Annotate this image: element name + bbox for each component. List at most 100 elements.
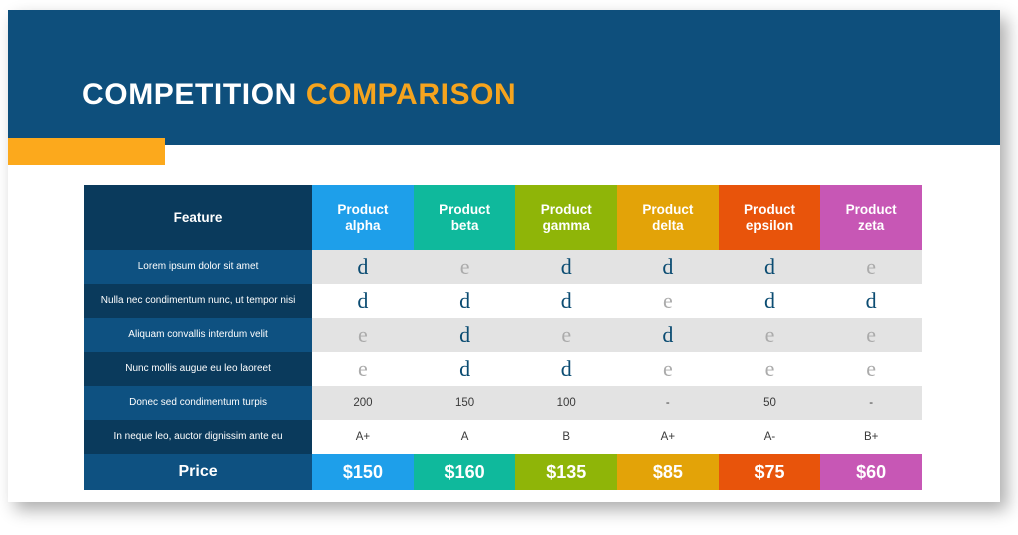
- orange-accent-bar: [8, 138, 165, 165]
- column-header-line1: Product: [337, 201, 389, 217]
- check-icon: d: [662, 254, 674, 279]
- column-header-product-zeta: Product zeta: [820, 185, 922, 250]
- cell-product-zeta: e: [820, 250, 922, 284]
- cell-product-delta: A+: [617, 420, 719, 454]
- cell-product-alpha: 200: [312, 386, 414, 420]
- check-icon: d: [459, 322, 471, 347]
- cell-product-delta: d: [617, 250, 719, 284]
- cell-product-zeta: B+: [820, 420, 922, 454]
- check-icon: d: [560, 288, 572, 313]
- check-icon: d: [560, 356, 572, 381]
- cell-product-epsilon: d: [718, 284, 821, 318]
- column-header-product-alpha: Product alpha: [312, 185, 414, 250]
- cell-product-beta: d: [413, 284, 516, 318]
- cross-icon: e: [358, 356, 368, 381]
- cell-product-beta: d: [413, 352, 516, 386]
- feature-label: Nunc mollis augue eu leo laoreet: [84, 352, 313, 386]
- cell-product-delta: e: [617, 284, 719, 318]
- check-icon: d: [763, 254, 775, 279]
- cell-product-epsilon: 50: [718, 386, 821, 420]
- cell-product-zeta: e: [820, 318, 922, 352]
- price-cell-product-zeta: $60: [820, 454, 922, 490]
- column-header-product-beta: Product beta: [413, 185, 516, 250]
- cell-product-epsilon: e: [718, 318, 821, 352]
- table-footer: Price $150 $160 $135 $85 $75 $60: [84, 454, 922, 490]
- cell-product-alpha: A+: [312, 420, 414, 454]
- price-cell-product-beta: $160: [413, 454, 516, 490]
- table-row: Donec sed condimentum turpis 200 150 100-50…: [84, 386, 922, 420]
- comparison-table: Feature Product alpha Product beta Produ…: [84, 185, 922, 490]
- check-icon: d: [763, 288, 775, 313]
- column-header-line1: Product: [743, 201, 795, 217]
- page-title-part2: COMPARISON: [305, 78, 517, 111]
- slide-header-band: COMPETITION COMPARISON: [8, 10, 1000, 145]
- feature-label: Lorem ipsum dolor sit amet: [84, 250, 313, 284]
- table-row: Aliquam convallis interdum velit e d e d e e: [84, 318, 922, 352]
- price-cell-product-epsilon: $75: [718, 454, 821, 490]
- column-header-line2: gamma: [542, 217, 590, 233]
- cell-product-beta: d: [413, 318, 516, 352]
- column-header-line1: Product: [642, 201, 694, 217]
- feature-label: Aliquam convallis interdum velit: [84, 318, 313, 352]
- price-cell-product-gamma: $135: [515, 454, 618, 490]
- column-header-product-epsilon: Product epsilon: [718, 185, 821, 250]
- check-icon: d: [357, 288, 369, 313]
- cell-product-delta: e: [617, 352, 719, 386]
- cross-icon: e: [866, 322, 877, 347]
- column-header-line1: Product: [540, 201, 592, 217]
- cell-product-beta: 150: [413, 386, 516, 420]
- slide: COMPETITION COMPARISON Feature Product a…: [8, 10, 1000, 502]
- cell-product-gamma: 100: [515, 386, 618, 420]
- feature-label: Donec sed condimentum turpis: [84, 386, 313, 420]
- column-header-line1: Product: [439, 201, 491, 217]
- cross-icon: e: [662, 356, 673, 381]
- cell-product-epsilon: d: [718, 250, 821, 284]
- feature-label: In neque leo, auctor dignissim ante eu: [84, 420, 313, 454]
- page-title: COMPETITION COMPARISON: [82, 80, 516, 110]
- price-row: Price $150 $160 $135 $85 $75 $60: [84, 454, 922, 490]
- cell-product-delta: -: [617, 386, 719, 420]
- cross-icon: e: [866, 254, 877, 279]
- table-row: Lorem ipsum dolor sit amet d e d d d e: [84, 250, 922, 284]
- column-header-line2: epsilon: [745, 217, 794, 233]
- cross-icon: e: [561, 322, 572, 347]
- cell-product-delta: d: [617, 318, 719, 352]
- cross-icon: e: [358, 322, 368, 347]
- cell-product-alpha: e: [312, 318, 414, 352]
- price-cell-product-alpha: $150: [312, 454, 414, 490]
- check-icon: d: [662, 322, 674, 347]
- page-title-part1: COMPETITION: [82, 78, 297, 111]
- column-header-line1: Product: [845, 201, 897, 217]
- cross-icon: e: [866, 356, 877, 381]
- cell-product-zeta: -: [820, 386, 922, 420]
- check-icon: d: [459, 288, 471, 313]
- table-row: Nunc mollis augue eu leo laoreet e d d e e e: [84, 352, 922, 386]
- price-row-label: Price: [84, 454, 313, 490]
- cell-product-alpha: d: [312, 250, 414, 284]
- cross-icon: e: [459, 254, 470, 279]
- table-body: Lorem ipsum dolor sit amet d e d d d e Nulla ne…: [84, 250, 922, 454]
- column-header-line2: alpha: [345, 217, 381, 233]
- cell-product-epsilon: A-: [718, 420, 821, 454]
- cell-product-gamma: d: [515, 250, 618, 284]
- column-header-product-delta: Product delta: [617, 185, 719, 250]
- check-icon: d: [459, 356, 471, 381]
- column-header-product-gamma: Product gamma: [515, 185, 618, 250]
- column-header-feature: Feature: [84, 185, 313, 250]
- column-header-line2: beta: [450, 217, 479, 233]
- cell-product-gamma: e: [515, 318, 618, 352]
- price-cell-product-delta: $85: [617, 454, 719, 490]
- cell-product-gamma: d: [515, 352, 618, 386]
- check-icon: d: [560, 254, 572, 279]
- cell-product-epsilon: e: [718, 352, 821, 386]
- cross-icon: e: [764, 356, 775, 381]
- cell-product-beta: A: [413, 420, 516, 454]
- cell-product-alpha: d: [312, 284, 414, 318]
- cell-product-beta: e: [413, 250, 516, 284]
- cell-product-gamma: d: [515, 284, 618, 318]
- column-header-line2: zeta: [858, 217, 885, 233]
- table-header-row: Feature Product alpha Product beta Produ…: [84, 185, 922, 250]
- cross-icon: e: [764, 322, 775, 347]
- table-row: Nulla nec condimentum nunc, ut tempor ni…: [84, 284, 922, 318]
- column-header-line2: delta: [652, 217, 684, 233]
